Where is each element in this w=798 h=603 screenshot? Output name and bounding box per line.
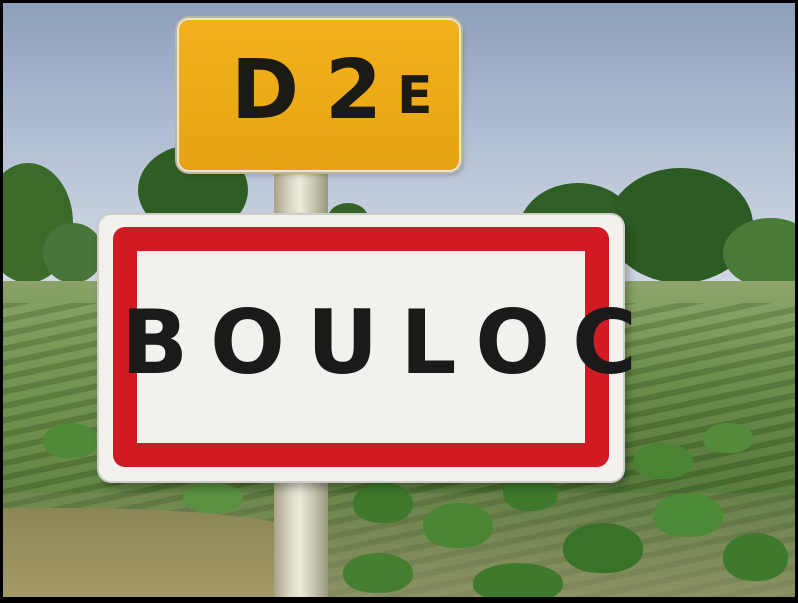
dry-grass-foreground xyxy=(3,508,303,597)
photo-scene: D 2 E BOULOC xyxy=(3,3,795,597)
town-sign-name: BOULOC xyxy=(121,291,659,394)
route-sign-number: 2 xyxy=(325,43,383,138)
leaf xyxy=(633,443,693,479)
leaf xyxy=(653,493,723,537)
leaf xyxy=(723,533,788,581)
leaf xyxy=(423,503,493,548)
leaf xyxy=(353,483,413,523)
tree-left-2 xyxy=(43,223,103,283)
leaf xyxy=(703,423,753,453)
leaf xyxy=(473,563,563,597)
leaf xyxy=(183,483,243,513)
route-sign-suffix: E xyxy=(397,66,433,126)
leaf xyxy=(563,523,643,573)
leaf xyxy=(343,553,413,593)
route-sign-letter: D xyxy=(231,43,300,138)
route-sign: D 2 E xyxy=(179,20,459,170)
leaf xyxy=(43,423,98,458)
town-sign: BOULOC xyxy=(99,215,659,481)
